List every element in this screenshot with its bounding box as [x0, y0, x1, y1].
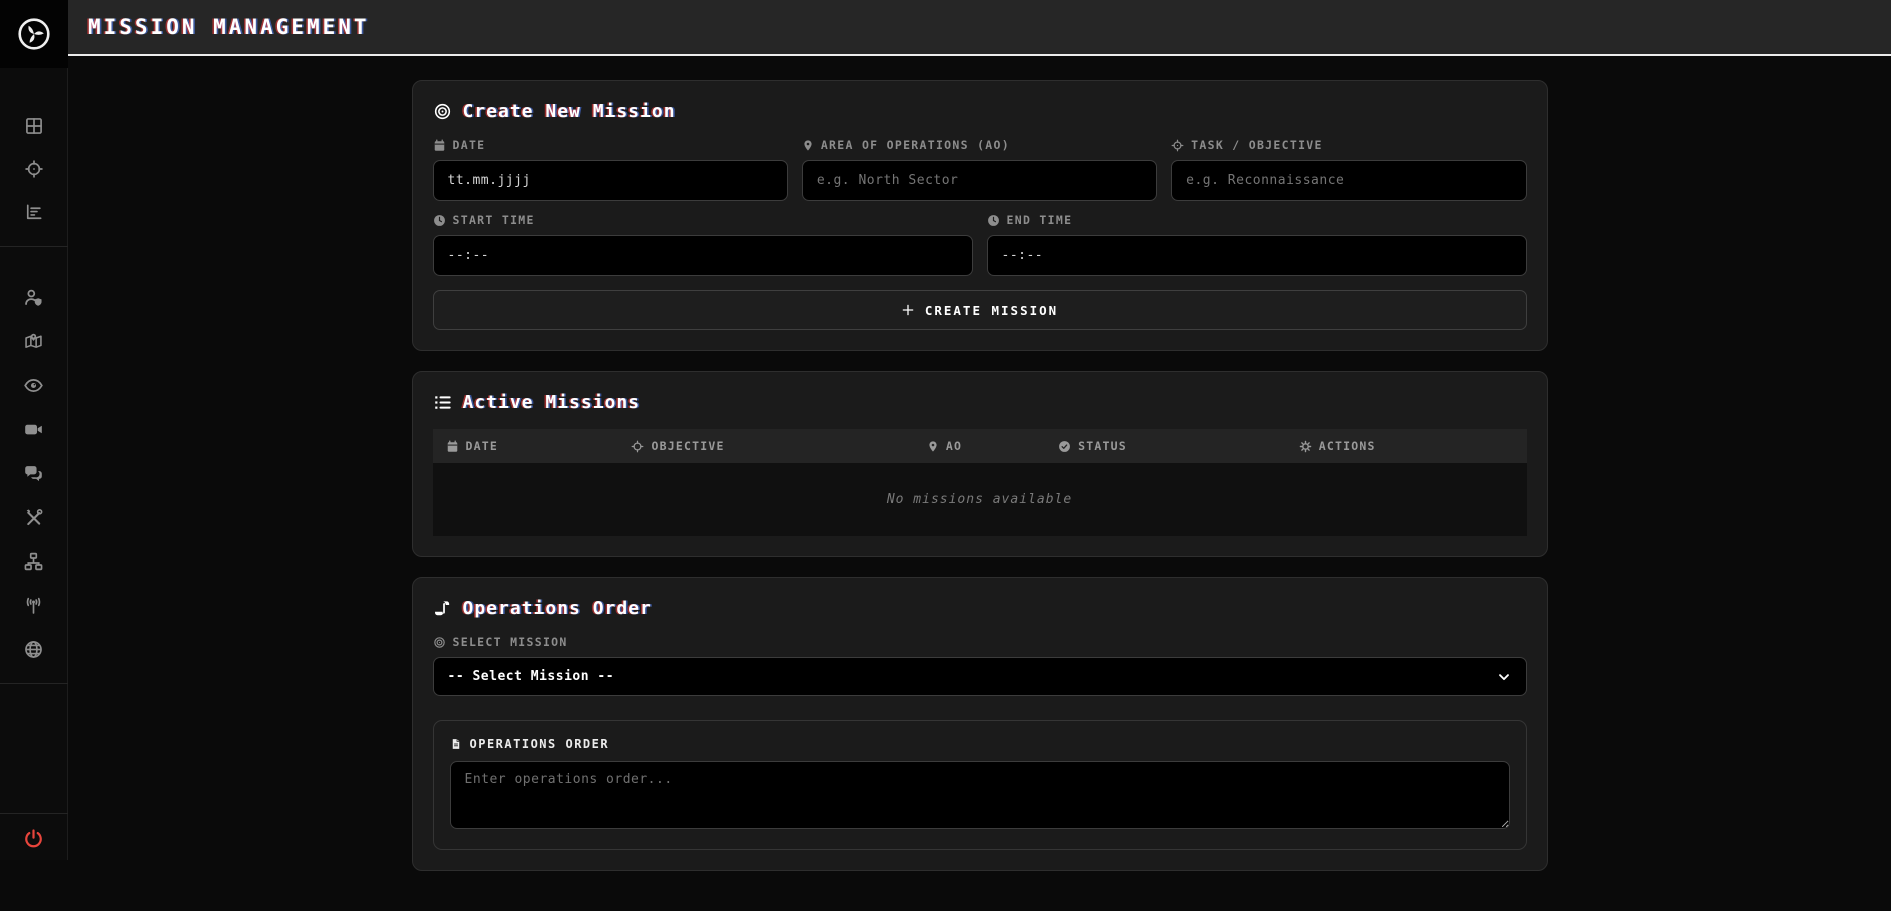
ao-field-group: AREA OF OPERATIONS (AO) — [802, 138, 1157, 201]
scroll-icon — [433, 599, 452, 618]
chevron-down-icon — [1496, 669, 1512, 685]
gear-icon — [1299, 440, 1312, 453]
file-lines-icon — [450, 737, 462, 751]
sidebar-item-network[interactable] — [0, 541, 68, 581]
column-header-status: STATUS — [1045, 429, 1286, 463]
operations-order-card: Operations Order SELECT MISSION -- Selec… — [412, 577, 1548, 871]
missions-table-header-row: DATE OBJECTIVE — [433, 429, 1527, 463]
mission-select-value: -- Select Mission -- — [448, 669, 615, 684]
start-time-field-group: START TIME — [433, 213, 973, 276]
active-missions-card: Active Missions — [412, 371, 1548, 557]
operations-order-panel: OPERATIONS ORDER — [433, 720, 1527, 850]
page-title: MISSION MANAGEMENT — [88, 15, 370, 39]
task-label: TASK / OBJECTIVE — [1171, 138, 1526, 152]
start-time-label: START TIME — [433, 213, 973, 227]
end-time-input[interactable] — [987, 235, 1527, 276]
sidebar-item-tools[interactable] — [0, 497, 68, 537]
plus-icon — [901, 303, 915, 317]
power-icon — [23, 828, 44, 849]
create-mission-title: Create New Mission — [433, 101, 1527, 122]
user-shield-icon — [23, 287, 44, 308]
sidebar-item-global[interactable] — [0, 629, 68, 669]
sidebar-item-surveillance[interactable] — [0, 365, 68, 405]
map-pin-icon — [802, 139, 814, 152]
end-time-label: END TIME — [987, 213, 1527, 227]
sidebar-item-tracking[interactable] — [0, 149, 68, 189]
sidebar-item-analytics[interactable] — [0, 192, 68, 232]
map-pin-icon — [927, 440, 939, 453]
calendar-icon — [433, 139, 446, 152]
date-input[interactable] — [433, 160, 788, 201]
empty-missions-message: No missions available — [433, 463, 1527, 536]
empty-row: No missions available — [433, 463, 1527, 536]
sidebar-item-personnel[interactable] — [0, 277, 68, 317]
target-icon — [631, 440, 644, 453]
chart-bars-icon — [24, 202, 44, 222]
sidebar-item-map[interactable] — [0, 321, 68, 361]
ao-input[interactable] — [802, 160, 1157, 201]
main-content: Create New Mission DATE — [68, 58, 1891, 911]
crosshair-icon — [24, 159, 44, 179]
sidebar-item-dashboard[interactable] — [0, 106, 68, 146]
task-field-group: TASK / OBJECTIVE — [1171, 138, 1526, 201]
sidebar-item-broadcast[interactable] — [0, 585, 68, 625]
screwdriver-wrench-icon — [23, 507, 44, 528]
check-circle-icon — [1058, 440, 1071, 453]
calendar-icon — [446, 440, 459, 453]
column-header-objective: OBJECTIVE — [618, 429, 913, 463]
clock-icon — [987, 214, 1000, 227]
ao-label: AREA OF OPERATIONS (AO) — [802, 138, 1157, 152]
sidebar — [0, 0, 68, 860]
sidebar-item-comms[interactable] — [0, 453, 68, 493]
column-header-ao: AO — [914, 429, 1045, 463]
broadcast-tower-icon — [23, 595, 44, 616]
start-time-input[interactable] — [433, 235, 973, 276]
end-time-field-group: END TIME — [987, 213, 1527, 276]
column-header-date: DATE — [433, 429, 619, 463]
sitemap-icon — [23, 551, 44, 572]
vortex-logo-icon — [16, 16, 52, 52]
app-logo — [0, 0, 68, 68]
date-label: DATE — [433, 138, 788, 152]
mission-select[interactable]: -- Select Mission -- — [433, 657, 1527, 696]
target-icon — [1171, 139, 1184, 152]
task-input[interactable] — [1171, 160, 1526, 201]
operations-order-textarea[interactable] — [450, 761, 1510, 829]
bullseye-icon — [433, 102, 452, 121]
select-mission-label: SELECT MISSION — [433, 635, 1527, 649]
column-header-actions: ACTIONS — [1286, 429, 1527, 463]
comments-icon — [23, 463, 44, 484]
missions-table: DATE OBJECTIVE — [433, 429, 1527, 536]
active-missions-title: Active Missions — [433, 392, 1527, 413]
map-marked-icon — [23, 331, 44, 352]
grid-icon — [24, 116, 44, 136]
bullseye-icon — [433, 636, 446, 649]
eye-icon — [23, 375, 44, 396]
create-mission-button[interactable]: CREATE MISSION — [433, 290, 1527, 330]
sidebar-item-video[interactable] — [0, 409, 68, 449]
video-camera-icon — [23, 419, 44, 440]
operations-order-title: Operations Order — [433, 598, 1527, 619]
top-header: MISSION MANAGEMENT — [68, 0, 1891, 56]
sidebar-item-power[interactable] — [0, 818, 68, 858]
clock-icon — [433, 214, 446, 227]
create-mission-card: Create New Mission DATE — [412, 80, 1548, 351]
operations-order-panel-label: OPERATIONS ORDER — [450, 737, 1510, 751]
globe-icon — [23, 639, 44, 660]
date-field-group: DATE — [433, 138, 788, 201]
list-icon — [433, 393, 452, 412]
